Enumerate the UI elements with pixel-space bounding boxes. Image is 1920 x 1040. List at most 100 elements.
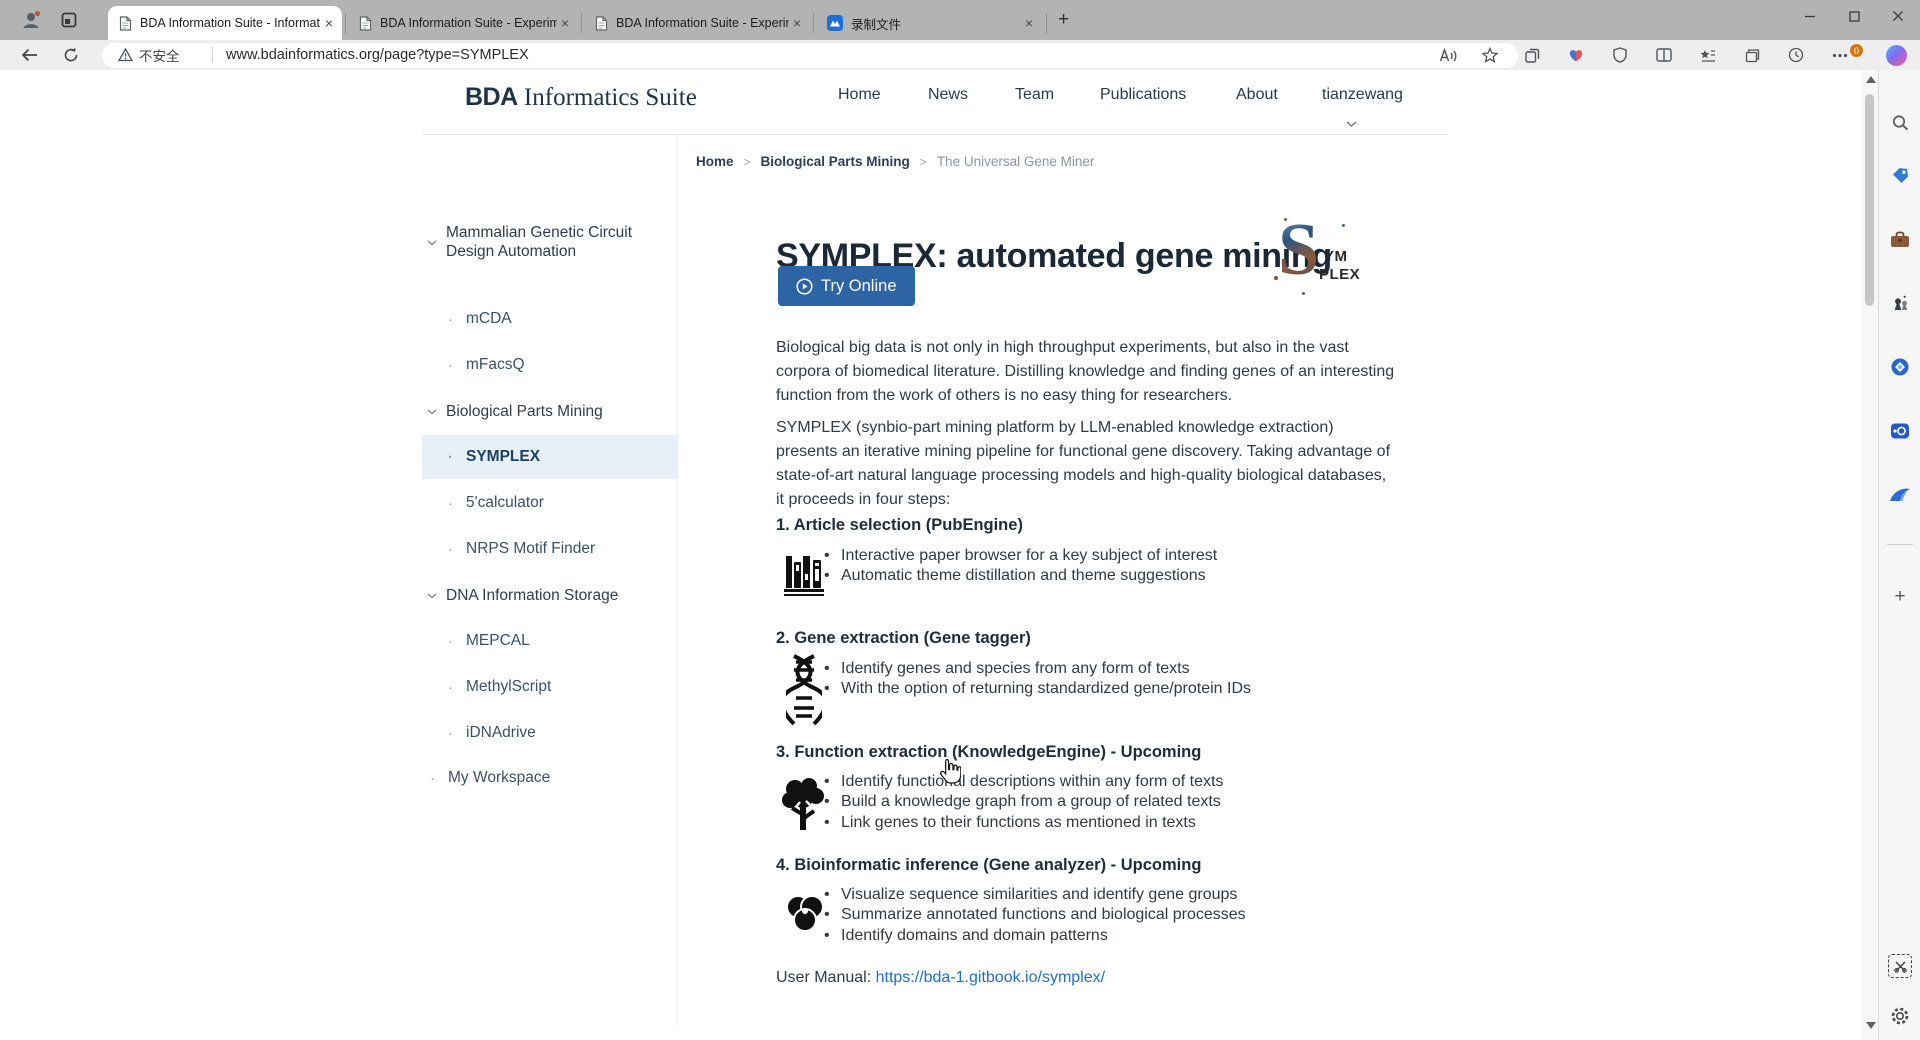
maximize-button[interactable] (1832, 0, 1876, 32)
sidebar-item-biological-parts-mining[interactable]: Biological Parts Mining (422, 389, 678, 433)
scroll-up-arrow[interactable] (1866, 76, 1876, 83)
header-divider (422, 134, 1448, 135)
chevron-down-icon[interactable] (427, 233, 437, 251)
site-logo[interactable]: BDA Informatics Suite (465, 83, 697, 112)
tab-close-icon[interactable]: × (793, 16, 801, 30)
split-screen-icon[interactable] (1652, 40, 1676, 70)
sidebar-item-label: MethylScript (466, 678, 551, 696)
history-icon[interactable] (1784, 40, 1808, 70)
nav-item-about[interactable]: About (1236, 86, 1278, 104)
scroll-down-arrow[interactable] (1866, 1022, 1876, 1029)
favorites-star-icon[interactable] (1478, 40, 1502, 70)
tab-title: BDA Information Suite - Experim (616, 16, 789, 30)
sidebar-item-label: SYMPLEX (466, 448, 540, 466)
user-menu[interactable]: tianzewang (1322, 86, 1403, 104)
sidebar-item-label: mFacsQ (466, 356, 525, 374)
chevron-down-icon[interactable] (427, 586, 437, 604)
web-page: BDA Informatics Suite Home News Team Public… (0, 70, 1862, 1040)
minimize-button[interactable] (1788, 0, 1832, 32)
add-sidebar-item-button[interactable]: + (1889, 586, 1911, 608)
toolbox-icon[interactable] (1889, 228, 1911, 250)
nav-item-publications[interactable]: Publications (1100, 86, 1186, 104)
security-indicator[interactable]: 不安全 (118, 40, 180, 70)
tab-close-icon[interactable]: × (561, 16, 569, 30)
breadcrumb-separator: > (920, 155, 927, 169)
item-bullet: · (448, 357, 453, 374)
read-aloud-icon[interactable] (1436, 40, 1460, 70)
nav-item-team[interactable]: Team (1015, 86, 1054, 104)
tab-close-icon[interactable]: × (1025, 16, 1033, 30)
copy-tabs-icon[interactable] (1520, 40, 1544, 70)
nav-item-news[interactable]: News (928, 86, 968, 104)
screenshot-tool-icon[interactable] (1888, 954, 1912, 978)
user-manual-link[interactable]: https://bda-1.gitbook.io/symplex/ (876, 969, 1105, 986)
sidebar-item-label: My Workspace (448, 769, 550, 787)
tab-close-icon[interactable]: × (325, 16, 333, 30)
browser-tab[interactable]: BDA Information Suite - Experim × (348, 6, 578, 40)
symplex-logo-plex: PLEX (1319, 266, 1360, 283)
tree-icon (778, 776, 828, 839)
refresh-icon[interactable] (58, 40, 84, 70)
copilot-icon[interactable] (1886, 45, 1907, 66)
tab-divider (813, 13, 814, 33)
venn-diagram-icon (784, 890, 826, 951)
sidebar-item-nrps-motif-finder[interactable]: ·NRPS Motif Finder (422, 527, 678, 571)
designer-icon[interactable] (1889, 356, 1911, 378)
favorites-bar-icon[interactable] (1696, 40, 1720, 70)
sidebar-item-mammalian-genetic-circuit-design-automation[interactable]: Mammalian Genetic Circuit Design Automat… (422, 212, 678, 272)
divider (1887, 544, 1913, 545)
extensions-menu-icon[interactable] (1828, 40, 1852, 70)
close-button[interactable] (1876, 0, 1920, 32)
games-icon[interactable] (1889, 292, 1911, 314)
item-bullet: · (448, 679, 453, 696)
sidebar-item-my-workspace[interactable]: ·My Workspace (422, 756, 678, 800)
sidebar-item-symplex[interactable]: ·SYMPLEX (422, 435, 678, 479)
browser-tab[interactable]: BDA Information Suite - Informat× (108, 6, 342, 40)
new-tab-button[interactable]: + (1058, 10, 1069, 30)
sidebar-item-label: mCDA (466, 310, 512, 328)
library-books-icon (782, 548, 830, 603)
shield-icon[interactable] (1608, 40, 1632, 70)
dna-helix-icon (786, 654, 822, 731)
sidebar-item-mcda[interactable]: ·mCDA (422, 297, 678, 341)
scrollbar-thumb[interactable] (1865, 94, 1874, 306)
chevron-down-icon[interactable] (1346, 114, 1357, 132)
sidebar-item-dna-information-storage[interactable]: DNA Information Storage (422, 573, 678, 617)
step-heading: 4. Bioinformatic inference (Gene analyze… (776, 856, 1201, 875)
profile-avatar-icon[interactable] (18, 7, 44, 33)
browser-tab[interactable]: BDA Information Suite - Experim × (584, 6, 810, 40)
breadcrumb-item[interactable]: Biological Parts Mining (761, 154, 910, 169)
sidebar-item-label: NRPS Motif Finder (466, 540, 595, 558)
tab-actions-icon[interactable] (56, 7, 82, 33)
try-online-label: Try Online (821, 277, 897, 296)
settings-gear-icon[interactable] (1889, 1005, 1911, 1027)
sidebar-item-methylscript[interactable]: · MethylScript (422, 665, 678, 709)
shopping-icon[interactable] (1889, 164, 1911, 186)
back-icon[interactable] (16, 40, 42, 70)
wing-icon[interactable] (1889, 484, 1911, 506)
nav-item-home[interactable]: Home (838, 86, 881, 104)
sidebar-item-label: iDNAdrive (466, 724, 536, 742)
security-label: 不安全 (139, 45, 180, 65)
step-bullet: With the option of returning standardize… (824, 679, 1424, 699)
sidebar-item-mepcal[interactable]: ·MEPCAL (422, 619, 678, 663)
try-online-button[interactable]: Try Online (778, 266, 915, 306)
tab-title: BDA Information Suite - Experim (380, 16, 557, 30)
item-bullet: · (448, 725, 453, 742)
sidebar-item-label: DNA Information Storage (446, 586, 656, 605)
search-icon[interactable] (1889, 112, 1911, 134)
document-favicon-icon (119, 16, 132, 31)
sidebar-item-5-calculator[interactable]: ·5'calculator (422, 481, 678, 525)
collections-icon[interactable] (1740, 40, 1764, 70)
tab-title: 录制文件 (851, 14, 1021, 33)
tab-divider (345, 13, 346, 33)
media-capture-icon[interactable] (1889, 420, 1911, 442)
breadcrumb-item[interactable]: Home (696, 154, 734, 169)
sidebar-item-mfacsq[interactable]: · mFacsQ (422, 343, 678, 387)
browser-essentials-icon[interactable] (1564, 40, 1588, 70)
page-scrollbar[interactable] (1862, 70, 1878, 1040)
chevron-down-icon[interactable] (427, 402, 437, 420)
sidebar-item-idnadrive[interactable]: · iDNAdrive (422, 711, 678, 755)
browser-tab[interactable]: 录制文件 × (816, 6, 1042, 40)
url-field[interactable]: www.bdainformatics.org/page?type=SYMPLEX (226, 40, 529, 70)
